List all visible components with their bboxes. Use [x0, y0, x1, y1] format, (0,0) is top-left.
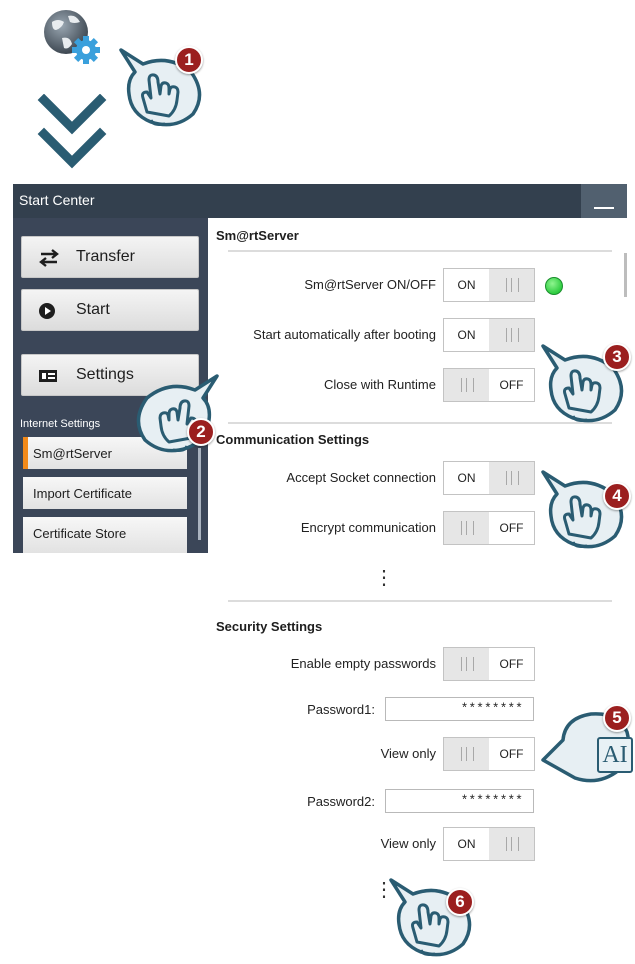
password2-field[interactable]: ******** — [385, 789, 534, 813]
text-input-glyph: AI — [597, 737, 633, 773]
sidebar-item-import-certificate[interactable]: Import Certificate — [23, 477, 187, 509]
close-runtime-toggle[interactable]: OFF — [443, 368, 535, 402]
password1-label: Password1: — [307, 702, 375, 717]
sidebar-item-label: Sm@rtServer — [33, 446, 112, 461]
toggle-grip — [489, 462, 534, 494]
callout-5: AI 5 — [535, 704, 635, 794]
toggle-grip — [489, 828, 534, 860]
callout-badge: 5 — [603, 704, 631, 732]
section-divider — [228, 250, 612, 252]
more-indicator: ⋮ — [374, 567, 394, 589]
sidebar-scrollbar[interactable] — [198, 448, 201, 540]
view-only1-label: View only — [380, 746, 436, 761]
autostart-toggle[interactable]: ON — [443, 318, 535, 352]
view-only1-toggle[interactable]: OFF — [443, 737, 535, 771]
callout-1: 1 — [113, 42, 213, 132]
content-scrollbar[interactable] — [624, 253, 627, 297]
play-icon — [39, 303, 55, 319]
settings-panel-icon — [39, 370, 57, 382]
close-runtime-label: Close with Runtime — [324, 377, 436, 392]
empty-passwords-label: Enable empty passwords — [290, 656, 436, 671]
stage: Start Center Transfer Start Settings Int… — [0, 0, 635, 964]
callout-badge: 2 — [187, 418, 215, 446]
encrypt-toggle[interactable]: OFF — [443, 511, 535, 545]
toggle-state-text: ON — [457, 471, 476, 485]
double-chevron-down-icon — [37, 94, 107, 169]
empty-passwords-toggle[interactable]: OFF — [443, 647, 535, 681]
callout-badge: 3 — [603, 343, 631, 371]
callout-badge: 6 — [446, 888, 474, 916]
callout-4: 4 — [535, 464, 635, 554]
toggle-grip — [489, 269, 534, 301]
sidebar-item-label: Certificate Store — [33, 526, 127, 541]
socket-connection-label: Accept Socket connection — [286, 470, 436, 485]
sidebar-item-label: Import Certificate — [33, 486, 132, 501]
smartserver-onoff-toggle[interactable]: ON — [443, 268, 535, 302]
transfer-button-label: Transfer — [76, 248, 135, 265]
minimize-button[interactable] — [581, 184, 627, 218]
start-button[interactable]: Start — [21, 289, 199, 331]
view-only2-label: View only — [380, 836, 436, 851]
hand-pointer-icon — [136, 374, 219, 453]
encrypt-label: Encrypt communication — [300, 520, 436, 535]
section-divider — [228, 600, 612, 602]
window-title: Start Center — [19, 192, 95, 208]
communication-section-title: Communication Settings — [216, 432, 370, 447]
view-only2-toggle[interactable]: ON — [443, 827, 535, 861]
callout-6: 6 — [383, 872, 483, 962]
toggle-state-text: OFF — [499, 657, 524, 671]
toggle-state-text: OFF — [499, 521, 524, 535]
callout-3: 3 — [535, 338, 635, 428]
sidebar-item-certificate-store[interactable]: Certificate Store — [23, 517, 187, 553]
toggle-grip — [489, 319, 534, 351]
callout-badge: 1 — [175, 46, 203, 74]
smartserver-onoff-label: Sm@rtServer ON/OFF — [304, 277, 436, 292]
toggle-state-text: OFF — [499, 747, 524, 761]
callout-2: 2 — [125, 368, 225, 458]
toggle-state-text: ON — [457, 278, 476, 292]
password2-label: Password2: — [307, 794, 375, 809]
socket-connection-toggle[interactable]: ON — [443, 461, 535, 495]
password1-field[interactable]: ******** — [385, 697, 534, 721]
toggle-grip — [444, 369, 489, 401]
start-button-label: Start — [76, 301, 110, 318]
security-section-title: Security Settings — [216, 619, 323, 634]
status-indicator-icon — [545, 277, 563, 295]
toggle-grip — [444, 738, 489, 770]
toggle-state-text: ON — [457, 837, 476, 851]
toggle-state-text: ON — [457, 328, 476, 342]
transfer-button[interactable]: Transfer — [21, 236, 199, 278]
toggle-grip — [444, 648, 489, 680]
globe-gear-icon[interactable] — [40, 8, 102, 68]
toggle-state-text: OFF — [499, 378, 524, 392]
smartserver-section-title: Sm@rtServer — [216, 228, 299, 243]
hand-pointer-icon — [389, 878, 472, 957]
toggle-grip — [444, 512, 489, 544]
autostart-label: Start automatically after booting — [253, 327, 436, 342]
callout-badge: 4 — [603, 482, 631, 510]
window-titlebar: Start Center — [13, 184, 627, 218]
internet-settings-heading: Internet Settings — [20, 418, 101, 430]
transfer-arrows-icon — [39, 249, 59, 267]
